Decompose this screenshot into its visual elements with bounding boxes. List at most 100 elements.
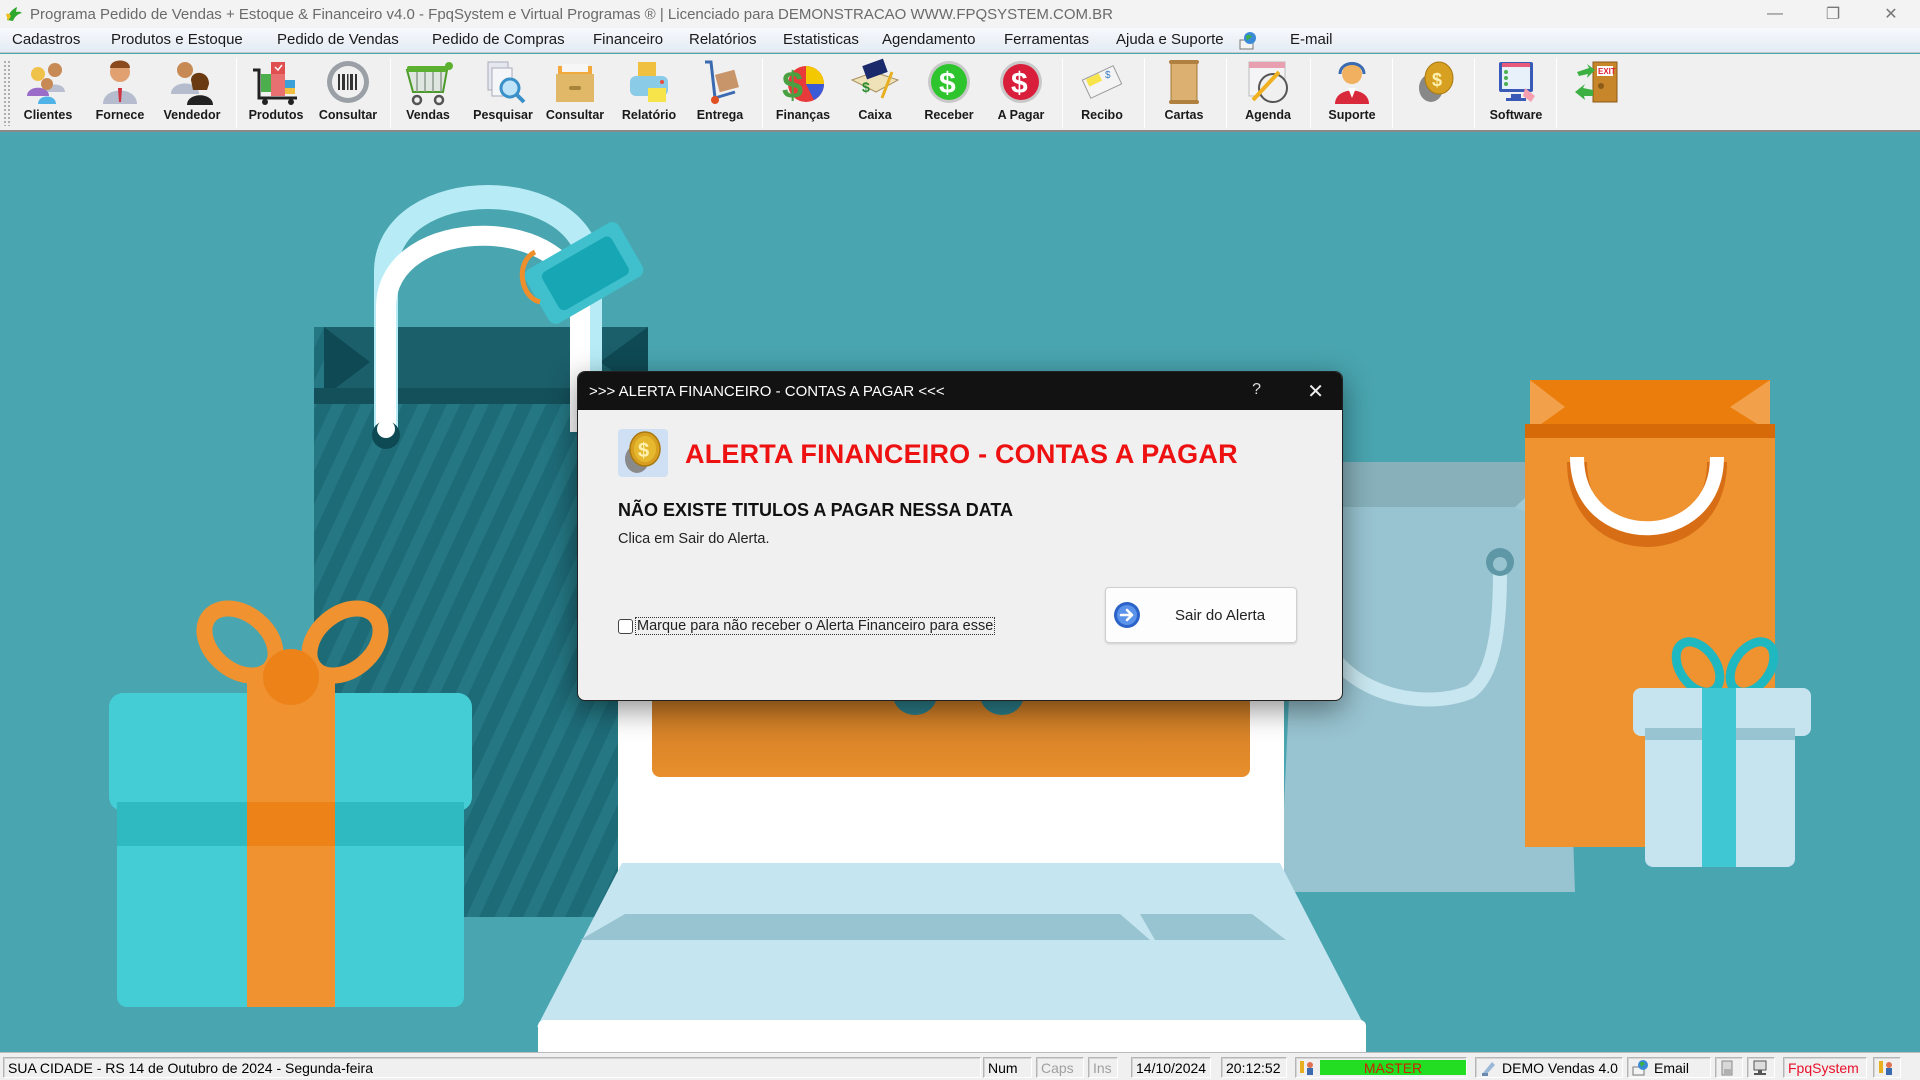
network-computer-icon	[1753, 1060, 1767, 1075]
toolbar-cartas-button[interactable]: Cartas	[1156, 58, 1212, 128]
hand-truck-icon	[705, 60, 739, 104]
toolbar-a-pagar-button[interactable]: $ A Pagar	[988, 58, 1054, 128]
status-insert: Ins	[1088, 1057, 1118, 1078]
toolbar-consultar-2-label: Consultar	[545, 108, 605, 122]
alert-sub-message: Clica em Sair do Alerta.	[618, 531, 770, 547]
products-cart-icon	[253, 62, 297, 105]
user-keys-icon	[1300, 1060, 1313, 1075]
svg-text:$: $	[782, 65, 803, 106]
menu-produtos-estoque[interactable]: Produtos e Estoque	[111, 31, 243, 48]
exit-alert-button[interactable]: Sair do Alerta	[1105, 587, 1297, 643]
edition-label: DEMO Vendas 4.0	[1502, 1059, 1618, 1076]
status-network[interactable]	[1747, 1057, 1775, 1078]
toolbar-consultar-produtos-button[interactable]: Consultar	[315, 58, 381, 128]
toolbar-separator	[1226, 58, 1227, 128]
close-window-button[interactable]: ✕	[1862, 0, 1920, 28]
toolbar-agenda-button[interactable]: Agenda	[1238, 58, 1298, 128]
toolbar-receber-label: Receber	[924, 108, 974, 122]
toolbar-financas-label: Finanças	[775, 108, 831, 122]
menu-agendamento[interactable]: Agendamento	[882, 31, 975, 48]
toolbar-suporte-label: Suporte	[1328, 108, 1376, 122]
toolbar-consultar-label: Consultar	[318, 108, 378, 122]
status-edition: DEMO Vendas 4.0	[1475, 1057, 1623, 1078]
coin-icon: $	[618, 429, 668, 477]
do-not-alert-checkbox[interactable]	[618, 618, 633, 634]
toolbar-relatorio-button[interactable]: Relatório	[616, 58, 682, 128]
user-keys-icon	[1879, 1060, 1892, 1075]
window-title-bar: Programa Pedido de Vendas + Estoque & Fi…	[0, 0, 1920, 28]
toolbar-fornece-button[interactable]: Fornece	[92, 58, 148, 128]
toolbar-separator	[390, 58, 391, 128]
toolbar-produtos-button[interactable]: Produtos	[244, 58, 308, 128]
toolbar-entrega-label: Entrega	[696, 108, 744, 122]
dialog-help-button[interactable]: ?	[1252, 381, 1261, 399]
svg-text:$: $	[939, 67, 956, 100]
toolbar-separator	[1392, 58, 1393, 128]
toolbar-clientes-button[interactable]: Clientes	[20, 58, 76, 128]
toolbar-separator	[236, 58, 237, 128]
menu-relatorios[interactable]: Relatórios	[689, 31, 757, 48]
status-email[interactable]: Email	[1627, 1057, 1711, 1078]
toolbar-coin-button[interactable]: $	[1408, 58, 1464, 128]
menu-email[interactable]: E-mail	[1290, 31, 1333, 48]
toolbar-receber-button[interactable]: $ Receber	[916, 58, 982, 128]
toolbar-separator	[1556, 58, 1557, 128]
toolbar-recibo-label: Recibo	[1081, 108, 1123, 122]
svg-text:$: $	[862, 79, 870, 95]
minimize-icon: —	[1767, 5, 1783, 22]
app-logo-icon	[6, 7, 22, 21]
menu-ferramentas[interactable]: Ferramentas	[1004, 31, 1089, 48]
coin-icon: $	[1419, 61, 1454, 102]
status-date: 14/10/2024	[1131, 1057, 1211, 1078]
dialog-close-button[interactable]: ✕	[1307, 379, 1324, 404]
toolbar-vendas-button[interactable]: Vendas	[398, 58, 458, 128]
toolbar-financas-button[interactable]: $ Finanças	[770, 58, 836, 128]
toolbar-separator	[1474, 58, 1475, 128]
file-box-icon	[556, 64, 594, 102]
toolbar-vendedor-label: Vendedor	[163, 108, 221, 122]
menu-estatisticas[interactable]: Estatisticas	[783, 31, 859, 48]
toolbar-vendedor-button[interactable]: Vendedor	[162, 58, 222, 128]
cash-book-icon: $	[850, 58, 900, 99]
restore-button[interactable]: ❐	[1804, 0, 1862, 28]
menu-cadastros[interactable]: Cadastros	[12, 31, 80, 48]
toolbar-produtos-label: Produtos	[248, 108, 304, 122]
status-printer[interactable]	[1715, 1057, 1743, 1078]
email-label: Email	[1654, 1059, 1690, 1076]
toolbar-separator	[1144, 58, 1145, 128]
toolbar-clientes-label: Clientes	[23, 108, 73, 122]
toolbar-entrega-button[interactable]: Entrega	[690, 58, 750, 128]
calendar-clock-icon	[1248, 61, 1288, 103]
status-brand: FpqSystem	[1783, 1057, 1867, 1078]
menu-pedido-vendas[interactable]: Pedido de Vendas	[277, 31, 399, 48]
do-not-alert-checkbox-row[interactable]: Marque para não receber o Alerta Finance…	[618, 617, 996, 635]
status-user[interactable]	[1873, 1057, 1901, 1078]
globe-mail-icon[interactable]	[1238, 31, 1258, 51]
barcode-icon	[327, 61, 369, 103]
arrow-right-circle-icon	[1114, 602, 1140, 628]
toolbar-grip[interactable]	[3, 60, 11, 126]
toolbar-recibo-button[interactable]: $ Recibo	[1072, 58, 1132, 128]
do-not-alert-checkbox-label[interactable]: Marque para não receber o Alerta Finance…	[635, 617, 996, 635]
window-title: Programa Pedido de Vendas + Estoque & Fi…	[30, 5, 1113, 23]
minimize-button[interactable]: —	[1746, 0, 1804, 28]
toolbar-separator	[762, 58, 763, 128]
svg-text:$: $	[638, 440, 649, 462]
printer-icon	[1721, 1060, 1733, 1075]
financial-alert-dialog: >>> ALERTA FINANCEIRO - CONTAS A PAGAR <…	[577, 371, 1343, 701]
toolbar-caixa-button[interactable]: $ Caixa	[842, 58, 908, 128]
menu-pedido-compras[interactable]: Pedido de Compras	[432, 31, 565, 48]
dialog-title-bar[interactable]: >>> ALERTA FINANCEIRO - CONTAS A PAGAR <…	[578, 372, 1342, 410]
toolbar-exit-button[interactable]: EXIT	[1568, 58, 1628, 128]
status-time: 20:12:52	[1221, 1057, 1287, 1078]
toolbar-separator	[1062, 58, 1063, 128]
pay-dollar-icon: $	[1000, 61, 1042, 103]
toolbar-pesquisar-button[interactable]: Pesquisar	[470, 58, 536, 128]
menu-ajuda-suporte[interactable]: Ajuda e Suporte	[1116, 31, 1224, 48]
toolbar-software-button[interactable]: Software	[1484, 58, 1548, 128]
toolbar-consultar-arquivos-button[interactable]: Consultar	[542, 58, 608, 128]
menu-financeiro[interactable]: Financeiro	[593, 31, 663, 48]
close-icon: ✕	[1307, 381, 1324, 403]
exit-door-icon: EXIT	[1575, 61, 1618, 103]
toolbar-suporte-button[interactable]: Suporte	[1322, 58, 1382, 128]
